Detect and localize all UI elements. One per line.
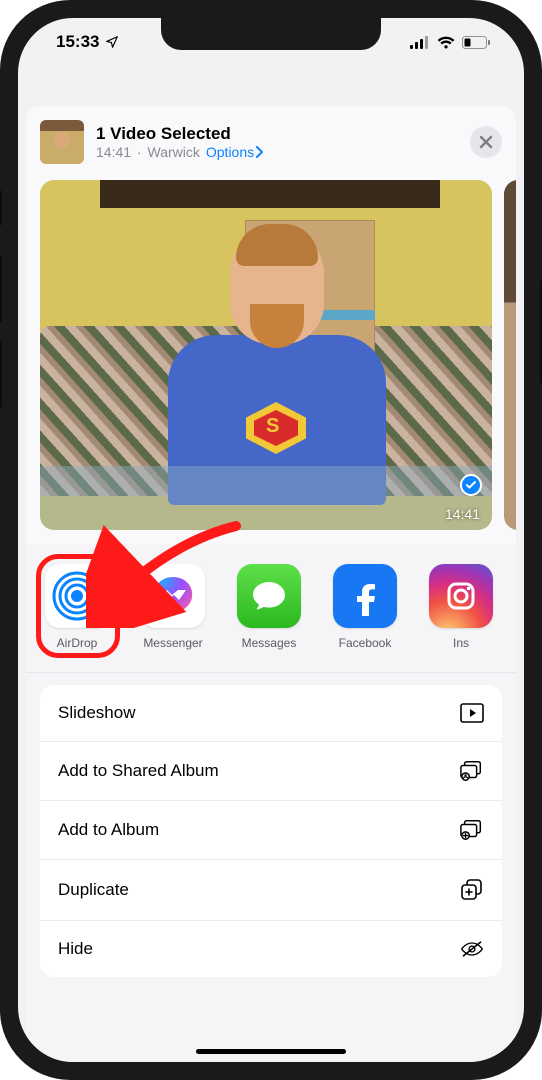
share-sheet-header: 1 Video Selected 14:41 · Warwick Options <box>26 106 516 174</box>
video-duration: 14:41 <box>445 506 480 522</box>
battery-icon <box>462 36 490 49</box>
play-rect-icon <box>460 703 484 723</box>
messages-icon <box>248 575 290 617</box>
share-app-instagram[interactable]: Ins <box>426 564 496 650</box>
share-app-facebook[interactable]: Facebook <box>330 564 400 650</box>
chevron-right-icon <box>254 146 264 158</box>
eye-slash-icon <box>460 939 484 959</box>
video-preview[interactable]: S 14:41 <box>40 180 492 530</box>
status-time: 15:33 <box>56 32 99 52</box>
location-services-icon <box>105 35 119 49</box>
header-thumbnail <box>40 120 84 164</box>
action-add-album[interactable]: Add to Album <box>40 800 502 859</box>
share-title: 1 Video Selected <box>96 124 458 144</box>
share-app-messenger[interactable]: Messenger <box>138 564 208 650</box>
wifi-icon <box>437 36 455 49</box>
action-duplicate[interactable]: Duplicate <box>40 859 502 920</box>
add-album-icon <box>460 819 484 841</box>
next-preview-peek[interactable] <box>504 180 516 530</box>
close-icon <box>479 135 493 149</box>
messenger-icon <box>148 571 198 621</box>
cellular-signal-icon <box>410 36 430 49</box>
instagram-icon <box>441 576 481 616</box>
home-indicator[interactable] <box>196 1049 346 1054</box>
share-sheet: 1 Video Selected 14:41 · Warwick Options <box>26 106 516 1062</box>
action-list: Slideshow Add to Shared Album Add to Alb… <box>40 685 502 977</box>
status-bar: 15:33 <box>18 18 524 66</box>
action-slideshow[interactable]: Slideshow <box>40 685 502 741</box>
airdrop-badge: 1 <box>95 558 115 578</box>
close-button[interactable] <box>470 126 502 158</box>
action-add-shared-album[interactable]: Add to Shared Album <box>40 741 502 800</box>
share-subtitle: 14:41 · Warwick Options <box>96 144 458 160</box>
share-app-airdrop[interactable]: 1 AirDrop <box>42 564 112 650</box>
facebook-icon <box>345 576 385 616</box>
share-app-messages[interactable]: Messages <box>234 564 304 650</box>
options-button[interactable]: Options <box>206 144 264 160</box>
action-hide[interactable]: Hide <box>40 920 502 977</box>
selected-checkmark-icon <box>460 474 482 496</box>
duplicate-icon <box>460 878 484 902</box>
shared-album-icon <box>460 760 484 782</box>
airdrop-icon <box>52 571 102 621</box>
share-app-row: 1 AirDrop Messenger <box>26 544 516 673</box>
